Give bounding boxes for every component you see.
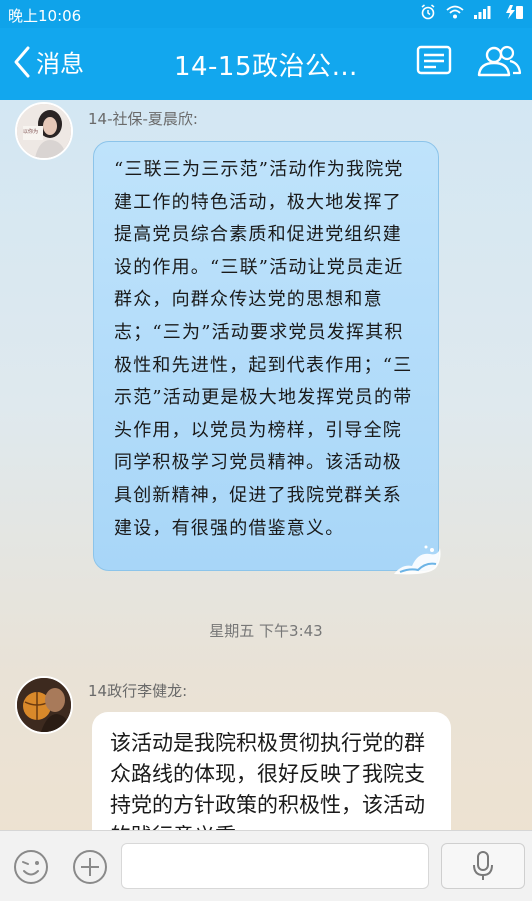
alarm-icon — [421, 4, 435, 20]
avatar-photo — [17, 678, 71, 732]
sender-name: 14政行李健龙: — [88, 682, 188, 700]
sender-name: 14-社保-夏晨欣: — [88, 110, 198, 128]
input-bar — [0, 830, 532, 901]
message-bubble[interactable]: “三联三为三示范”活动作为我院党建工作的特色活动，极大地发挥了提高党员综合素质和… — [93, 141, 441, 575]
chat-header: 消息 14-15政治公… — [0, 28, 532, 100]
avatar-caption: 以你为 — [23, 129, 39, 135]
message-text: “三联三为三示范”活动作为我院党建工作的特色活动，极大地发挥了提高党员综合素质和… — [114, 159, 413, 539]
wifi-icon — [446, 5, 464, 19]
message-input[interactable] — [121, 843, 429, 889]
voice-button[interactable] — [441, 843, 525, 889]
status-icons — [420, 4, 524, 20]
message-timestamp: 星期五 下午3:43 — [209, 622, 323, 640]
microphone-icon — [473, 851, 493, 880]
emoji-icon[interactable] — [12, 848, 50, 886]
group-files-icon[interactable] — [416, 44, 452, 76]
signal-icon — [474, 6, 491, 19]
chat-title: 14-15政治公… — [173, 52, 359, 82]
sender-avatar[interactable]: 以你为 — [15, 102, 73, 160]
status-bar: 晚上10:06 — [0, 0, 532, 28]
status-time: 晚上10:06 — [8, 7, 82, 25]
sender-avatar[interactable] — [15, 676, 73, 734]
battery-icon — [506, 5, 523, 19]
group-members-icon[interactable] — [476, 44, 522, 78]
bubble-wave-decoration — [394, 545, 441, 575]
plus-icon[interactable] — [71, 848, 109, 886]
